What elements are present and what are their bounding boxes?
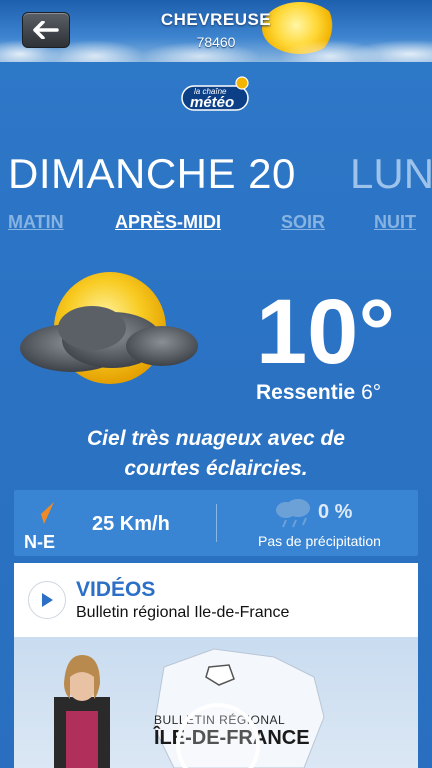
precipitation-label: Pas de précipitation <box>258 533 381 549</box>
day-current[interactable]: DIMANCHE 20 <box>8 150 296 198</box>
logo-text-main: météo <box>190 94 235 111</box>
video-thumbnail[interactable]: BULLETIN RÉGIONAL ÎLE-DE-FRANCE <box>14 637 418 768</box>
wind-speed: 25 Km/h <box>92 513 170 535</box>
day-next[interactable]: LUN <box>350 150 432 198</box>
description-line-1: Ciel très nuageux avec de <box>87 427 345 450</box>
tab-soir[interactable]: SOIR <box>281 212 325 233</box>
panel-divider <box>216 504 217 542</box>
weather-description: Ciel très nuageux avec de courtes éclair… <box>0 424 432 484</box>
tab-nuit[interactable]: NUIT <box>374 212 416 233</box>
wind-direction-arrow-icon <box>30 502 54 524</box>
feels-like-label: Ressentie <box>256 381 356 404</box>
wind-rain-panel: N-E 25 Km/h 0 % Pas de précipitation <box>14 490 418 556</box>
videos-title: VIDÉOS <box>76 578 156 601</box>
video-play-button[interactable] <box>28 581 66 619</box>
la-chaine-meteo-logo: la chaîne météo <box>180 76 252 114</box>
tab-matin[interactable]: MATIN <box>8 212 64 233</box>
feels-like-value: 6° <box>361 381 382 404</box>
tab-apres-midi[interactable]: APRÈS-MIDI <box>115 212 221 233</box>
precipitation-percent: 0 % <box>318 501 353 523</box>
city-name: CHEVREUSE <box>160 10 272 29</box>
videos-subtitle[interactable]: Bulletin régional Ile-de-France <box>76 604 289 622</box>
videos-card[interactable]: VIDÉOS Bulletin régional Ile-de-France B… <box>14 563 418 768</box>
rain-cloud-icon <box>276 499 310 528</box>
description-line-2: courtes éclaircies. <box>124 457 308 480</box>
temperature: 10° <box>256 281 396 383</box>
sun-behind-cloud-icon <box>12 270 202 390</box>
feels-like: Ressentie 6° <box>256 381 381 405</box>
play-icon <box>42 593 53 607</box>
wind-direction: N-E <box>24 532 55 552</box>
zip-code: 78460 <box>196 34 236 50</box>
